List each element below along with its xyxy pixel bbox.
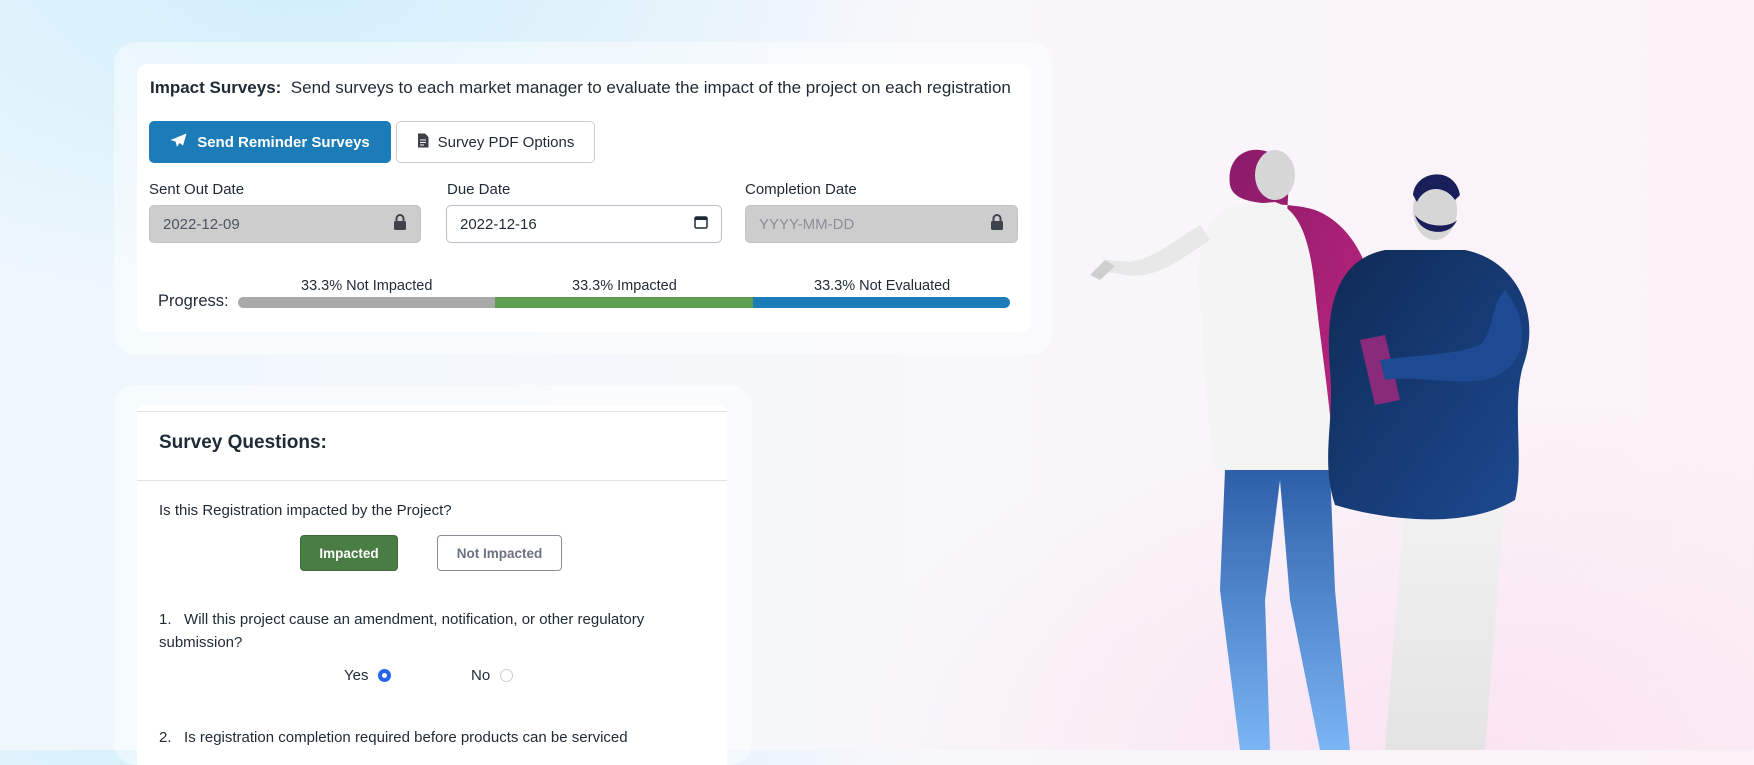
question-1: 1. Will this project cause an amendment,… xyxy=(159,608,699,654)
impacted-percent-label: 33.3% Impacted xyxy=(572,278,677,294)
progress-label: Progress: xyxy=(158,292,229,310)
no-label: No xyxy=(471,667,491,684)
man-body xyxy=(1328,250,1530,520)
sent-out-date-field: 2022-12-09 xyxy=(149,205,421,243)
survey-questions-card: Survey Questions: Is this Registration i… xyxy=(137,405,727,765)
due-date-value: 2022-12-16 xyxy=(460,215,537,233)
sent-out-date-value: 2022-12-09 xyxy=(163,215,240,233)
man-pants xyxy=(1385,500,1505,750)
woman-head xyxy=(1255,150,1295,200)
yes-label: Yes xyxy=(344,667,369,684)
completion-date-field: YYYY-MM-DD xyxy=(745,205,1018,243)
not-impacted-percent-label: 33.3% Not Impacted xyxy=(301,278,433,294)
survey-questions-title: Survey Questions: xyxy=(159,432,327,453)
survey-pdf-options-label: Survey PDF Options xyxy=(437,133,575,151)
completion-date-placeholder: YYYY-MM-DD xyxy=(759,215,855,233)
due-date-label: Due Date xyxy=(447,181,511,198)
completion-date-label: Completion Date xyxy=(745,181,857,198)
question-1-no-option[interactable]: No xyxy=(471,667,514,684)
impact-surveys-title: Impact Surveys: xyxy=(150,78,282,97)
paper-plane-icon xyxy=(170,133,187,152)
progress-segment-not-evaluated xyxy=(752,297,1010,308)
question-2-number: 2. xyxy=(159,729,172,746)
impact-surveys-header: Impact Surveys: Send surveys to each mar… xyxy=(150,78,1011,98)
impacted-button[interactable]: Impacted xyxy=(300,535,398,571)
question-2: 2. Is registration completion required b… xyxy=(159,726,719,749)
woman-legs xyxy=(1220,470,1350,750)
question-1-number: 1. xyxy=(159,611,172,628)
yes-radio[interactable] xyxy=(378,669,392,682)
send-reminder-surveys-label: Send Reminder Surveys xyxy=(197,133,370,151)
main-question: Is this Registration impacted by the Pro… xyxy=(159,502,452,519)
people-illustration xyxy=(1090,149,1530,750)
not-impacted-button[interactable]: Not Impacted xyxy=(437,535,562,571)
impact-surveys-description: Send surveys to each market manager to e… xyxy=(290,78,1011,97)
send-reminder-surveys-button[interactable]: Send Reminder Surveys xyxy=(149,121,391,163)
title-divider xyxy=(137,480,727,481)
question-2-text: Is registration completion required befo… xyxy=(184,729,628,746)
survey-pdf-options-button[interactable]: Survey PDF Options xyxy=(396,121,595,163)
lock-icon xyxy=(990,214,1004,234)
sent-out-date-label: Sent Out Date xyxy=(149,181,245,198)
no-radio[interactable] xyxy=(500,669,514,682)
not-evaluated-percent-label: 33.3% Not Evaluated xyxy=(814,278,951,294)
question-1-text: Will this project cause an amendment, no… xyxy=(159,611,645,651)
question-1-yes-option[interactable]: Yes xyxy=(344,667,392,684)
due-date-input[interactable]: 2022-12-16 xyxy=(446,205,722,243)
progress-bar xyxy=(238,297,1010,308)
impact-surveys-card: Impact Surveys: Send surveys to each mar… xyxy=(137,64,1030,332)
lock-icon xyxy=(393,214,407,234)
progress-segment-not-impacted xyxy=(238,297,496,308)
top-divider xyxy=(137,411,727,412)
progress-segment-impacted xyxy=(495,297,753,308)
document-icon xyxy=(417,133,429,152)
calendar-icon[interactable] xyxy=(694,215,708,233)
